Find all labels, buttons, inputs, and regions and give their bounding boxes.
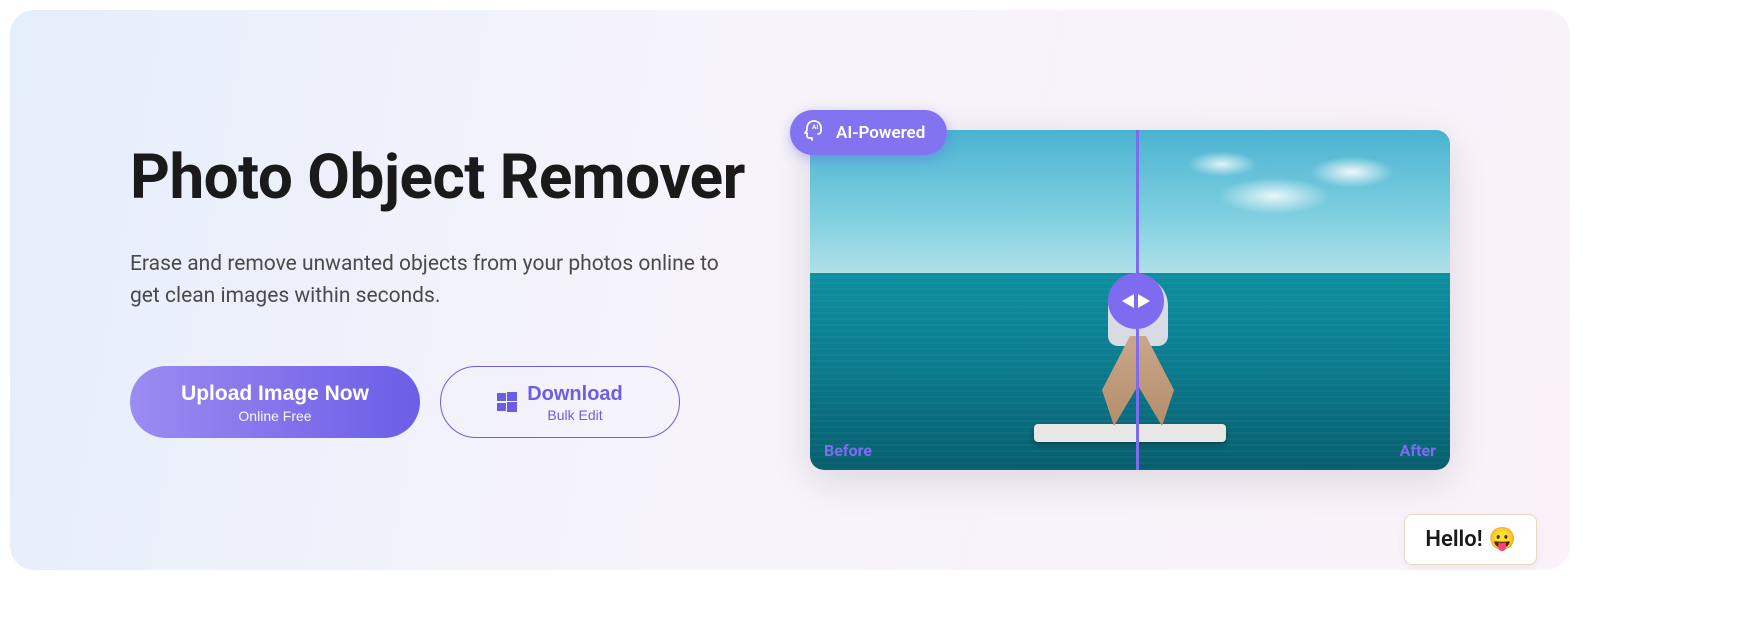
upload-button-subtitle: Online Free xyxy=(238,408,311,424)
chat-greeting-text: Hello! xyxy=(1425,527,1482,552)
chat-greeting-bubble[interactable]: Hello! 😛 xyxy=(1404,514,1537,565)
compare-slider-handle[interactable] xyxy=(1108,273,1164,329)
download-button-subtitle: Bulk Edit xyxy=(547,407,602,423)
arrow-right-icon xyxy=(1138,294,1150,308)
cta-button-row: Upload Image Now Online Free Download Bu… xyxy=(130,366,770,438)
after-label: After xyxy=(1400,441,1436,460)
svg-text:AI: AI xyxy=(812,123,818,131)
tongue-out-emoji-icon: 😛 xyxy=(1489,527,1516,552)
before-label: Before xyxy=(824,441,872,460)
page-subtitle: Erase and remove unwanted objects from y… xyxy=(130,249,750,312)
arrow-left-icon xyxy=(1122,294,1134,308)
upload-image-button[interactable]: Upload Image Now Online Free xyxy=(130,366,420,438)
hero-content: Photo Object Remover Erase and remove un… xyxy=(130,142,770,438)
hero-section: Photo Object Remover Erase and remove un… xyxy=(10,10,1570,570)
before-after-card: Before After xyxy=(810,130,1450,470)
ai-powered-badge: AI AI-Powered xyxy=(790,110,947,155)
download-button[interactable]: Download Bulk Edit xyxy=(440,366,680,438)
download-button-title: Download xyxy=(527,382,623,406)
upload-button-title: Upload Image Now xyxy=(181,381,369,406)
ai-badge-label: AI-Powered xyxy=(836,123,925,143)
clouds-layer xyxy=(1170,140,1430,220)
windows-icon xyxy=(497,392,517,412)
page-title: Photo Object Remover xyxy=(130,142,770,213)
boat-deck xyxy=(1034,424,1226,442)
compare-preview-wrapper: AI AI-Powered Before After xyxy=(810,130,1450,470)
ai-head-icon: AI xyxy=(802,118,826,147)
